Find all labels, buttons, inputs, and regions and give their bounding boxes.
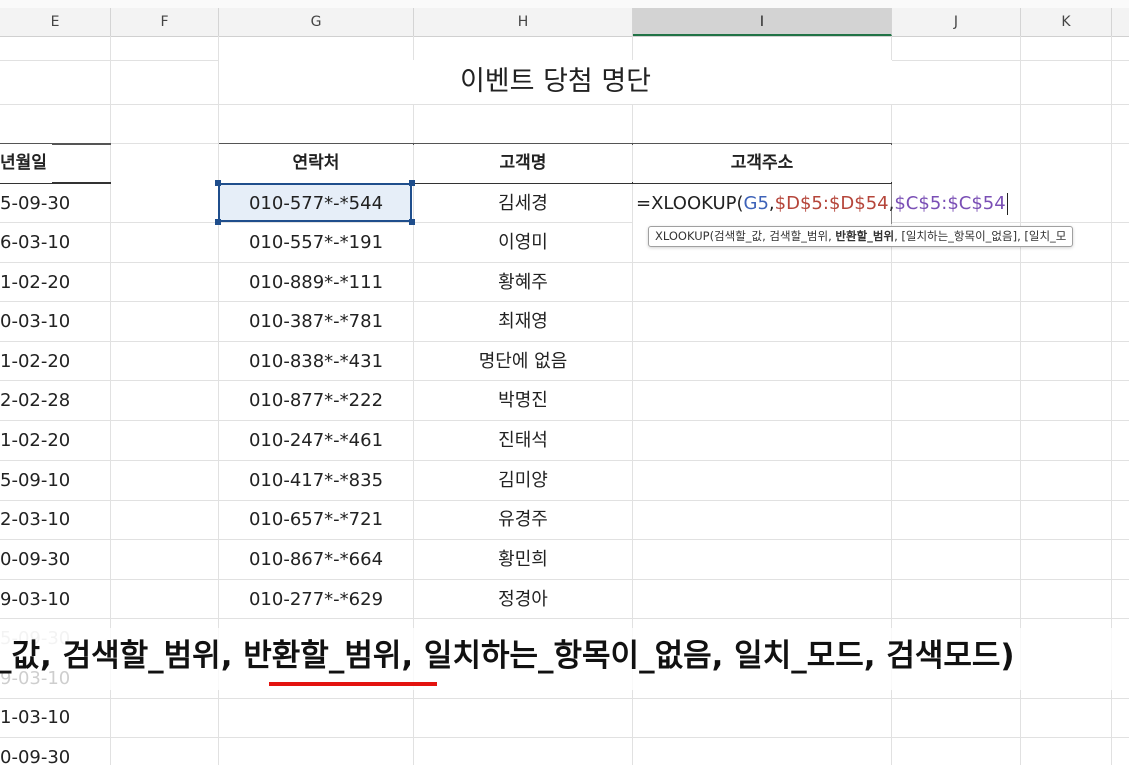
ribbon-edge bbox=[0, 0, 1129, 8]
cell-contact[interactable]: 010-387*-*781 bbox=[219, 302, 413, 341]
grid-line bbox=[0, 737, 1129, 738]
cell-customer-name[interactable]: 박명진 bbox=[414, 381, 632, 420]
cell-contact[interactable]: 010-417*-*835 bbox=[219, 461, 413, 500]
cell-birthdate[interactable]: 2-02-28 bbox=[0, 381, 110, 420]
cell-customer-name[interactable]: 정경아 bbox=[414, 580, 632, 619]
column-header-g[interactable]: G bbox=[219, 8, 414, 36]
cell-birthdate[interactable]: 5-09-30 bbox=[0, 184, 110, 223]
cell-contact[interactable]: 010-277*-*629 bbox=[219, 580, 413, 619]
cell-contact[interactable]: 010-877*-*222 bbox=[219, 381, 413, 420]
header-customer-name[interactable]: 고객명 bbox=[414, 144, 632, 183]
cell-customer-name[interactable]: 진태석 bbox=[414, 421, 632, 460]
cell-customer-name[interactable]: 최재영 bbox=[414, 302, 632, 341]
header-contact[interactable]: 연락처 bbox=[219, 144, 413, 183]
spreadsheet-grid[interactable]: E F G H I J K 이벤트 당첨 명단 년월일 연락처 고객명 고객주소 bbox=[0, 0, 1129, 765]
cell-contact[interactable]: 010-577*-*544 bbox=[219, 184, 413, 223]
cell-customer-name[interactable]: 김미양 bbox=[414, 461, 632, 500]
cell-birthdate[interactable]: 0-09-30 bbox=[0, 540, 110, 579]
cell-customer-name[interactable]: 이영미 bbox=[414, 223, 632, 262]
cell-birthdate[interactable]: 9-03-10 bbox=[0, 580, 110, 619]
tooltip-current-argument: 반환할_범위 bbox=[835, 229, 895, 243]
cell-customer-name[interactable]: 황혜주 bbox=[414, 263, 632, 302]
cell-birthdate[interactable]: 1-02-20 bbox=[0, 263, 110, 302]
caption-underline bbox=[269, 682, 437, 686]
column-header-next[interactable] bbox=[1112, 8, 1129, 36]
cell-customer-name[interactable]: 유경주 bbox=[414, 500, 632, 539]
cell-contact[interactable]: 010-838*-*431 bbox=[219, 342, 413, 381]
function-argument-tooltip[interactable]: XLOOKUP(검색할_값, 검색할_범위, 반환할_범위, [일치하는_항목이… bbox=[648, 226, 1074, 247]
cell-customer-name[interactable]: 김세경 bbox=[414, 184, 632, 223]
header-customer-address[interactable]: 고객주소 bbox=[633, 144, 891, 183]
formula-input[interactable]: =XLOOKUP(G5,$D$5:$D$54,$C$5:$C$54 bbox=[636, 184, 1008, 224]
cell-birthdate[interactable]: 2-03-10 bbox=[0, 500, 110, 539]
syntax-caption: _값, 검색할_범위, 반환할_범위, 일치하는_항목이_없음, 일치_모드, … bbox=[0, 638, 1015, 674]
cell-birthdate[interactable]: 1-03-10 bbox=[0, 698, 110, 737]
column-header-e[interactable]: E bbox=[0, 8, 111, 36]
sheet-title: 이벤트 당첨 명단 bbox=[459, 66, 652, 97]
column-header-j[interactable]: J bbox=[892, 8, 1021, 36]
grid-line bbox=[0, 104, 1129, 105]
formula-function: =XLOOKUP( bbox=[636, 193, 744, 214]
cell-birthdate[interactable]: 0-03-10 bbox=[0, 302, 110, 341]
formula-ref-return-range: $C$5:$C$54 bbox=[894, 193, 1006, 214]
header-birthdate[interactable]: 년월일 bbox=[0, 144, 52, 183]
cell-contact[interactable]: 010-867*-*664 bbox=[219, 540, 413, 579]
column-header-i[interactable]: I bbox=[633, 8, 892, 36]
cell-birthdate[interactable]: 1-02-20 bbox=[0, 342, 110, 381]
text-cursor bbox=[1006, 193, 1008, 215]
cell-birthdate[interactable]: 6-03-10 bbox=[0, 223, 110, 262]
cell-birthdate[interactable]: 5-09-10 bbox=[0, 461, 110, 500]
cell-birthdate[interactable]: 0-09-30 bbox=[0, 738, 110, 765]
column-header-k[interactable]: K bbox=[1021, 8, 1112, 36]
cell-contact[interactable]: 010-557*-*191 bbox=[219, 223, 413, 262]
tooltip-text: XLOOKUP(검색할_값, 검색할_범위, bbox=[655, 229, 836, 243]
column-header-h[interactable]: H bbox=[414, 8, 633, 36]
formula-ref-lookup-range: $D$5:$D$54 bbox=[774, 193, 889, 214]
column-header-bar: E F G H I J K bbox=[0, 8, 1129, 37]
cell-customer-name[interactable]: 명단에 없음 bbox=[414, 342, 632, 381]
grid-line bbox=[0, 698, 1129, 699]
column-header-f[interactable]: F bbox=[111, 8, 219, 36]
formula-ref-lookup-value: G5 bbox=[743, 193, 769, 214]
cell-contact[interactable]: 010-247*-*461 bbox=[219, 421, 413, 460]
cell-birthdate[interactable]: 1-02-20 bbox=[0, 421, 110, 460]
cell-contact[interactable]: 010-657*-*721 bbox=[219, 500, 413, 539]
cell-customer-name[interactable]: 황민희 bbox=[414, 540, 632, 579]
cell-contact[interactable]: 010-889*-*111 bbox=[219, 263, 413, 302]
tooltip-text: , [일치하는_항목이_없음], [일치_모 bbox=[894, 229, 1067, 243]
